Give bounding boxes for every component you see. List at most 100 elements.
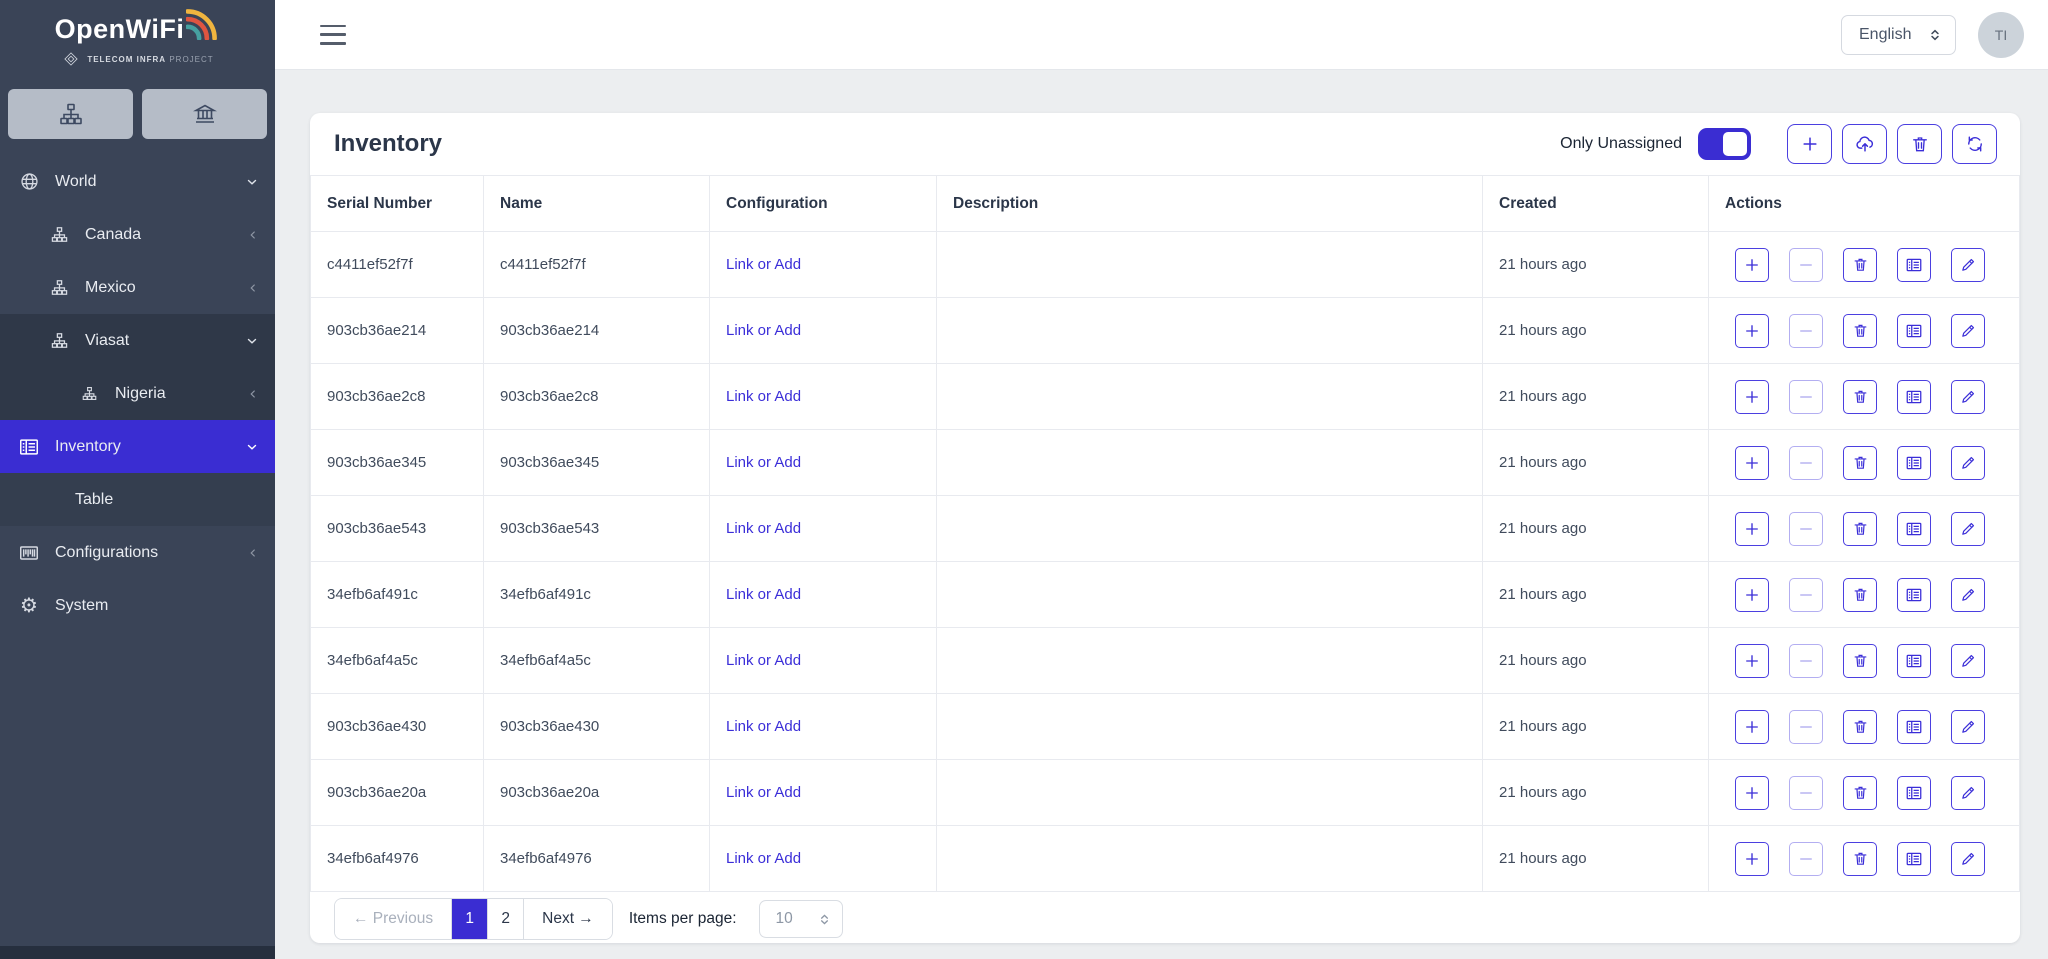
row-assign-button[interactable] — [1735, 842, 1769, 876]
row-details-button[interactable] — [1897, 644, 1931, 678]
chevron-left-icon — [247, 547, 259, 559]
row-details-button[interactable] — [1897, 842, 1931, 876]
row-assign-button[interactable] — [1735, 314, 1769, 348]
row-unassign-button[interactable] — [1789, 380, 1823, 414]
link-or-add-link[interactable]: Link or Add — [726, 850, 801, 867]
row-unassign-button[interactable] — [1789, 710, 1823, 744]
row-assign-button[interactable] — [1735, 248, 1769, 282]
row-edit-button[interactable] — [1951, 248, 1985, 282]
created-cell: 21 hours ago — [1483, 628, 1709, 694]
sidebar-item-nigeria[interactable]: Nigeria — [0, 367, 275, 420]
items-per-page-select[interactable]: 10 — [759, 900, 843, 938]
table-row: 903cb36ae430 903cb36ae430 Link or Add 21… — [311, 694, 2020, 760]
row-assign-button[interactable] — [1735, 446, 1769, 480]
row-assign-button[interactable] — [1735, 776, 1769, 810]
row-edit-button[interactable] — [1951, 446, 1985, 480]
barcode-icon — [17, 542, 41, 564]
row-delete-button[interactable] — [1843, 314, 1877, 348]
row-unassign-button[interactable] — [1789, 248, 1823, 282]
row-assign-button[interactable] — [1735, 644, 1769, 678]
minus-icon — [1797, 652, 1815, 670]
pencil-icon — [1960, 652, 1977, 669]
link-or-add-link[interactable]: Link or Add — [726, 586, 801, 603]
row-delete-button[interactable] — [1843, 578, 1877, 612]
row-edit-button[interactable] — [1951, 380, 1985, 414]
link-or-add-link[interactable]: Link or Add — [726, 652, 801, 669]
row-unassign-button[interactable] — [1789, 578, 1823, 612]
row-unassign-button[interactable] — [1789, 512, 1823, 546]
row-edit-button[interactable] — [1951, 578, 1985, 612]
row-unassign-button[interactable] — [1789, 446, 1823, 480]
link-or-add-link[interactable]: Link or Add — [726, 520, 801, 537]
next-page-button[interactable]: Next → — [524, 899, 612, 939]
sidebar-item-world[interactable]: World — [0, 155, 275, 208]
table-details-icon — [1905, 454, 1923, 472]
row-assign-button[interactable] — [1735, 512, 1769, 546]
row-edit-button[interactable] — [1951, 710, 1985, 744]
row-delete-button[interactable] — [1843, 842, 1877, 876]
sidebar-item-viasat[interactable]: Viasat — [0, 314, 275, 367]
row-delete-button[interactable] — [1843, 644, 1877, 678]
row-details-button[interactable] — [1897, 776, 1931, 810]
row-edit-button[interactable] — [1951, 314, 1985, 348]
row-details-button[interactable] — [1897, 578, 1931, 612]
sidebar-item-mexico[interactable]: Mexico — [0, 261, 275, 314]
row-details-button[interactable] — [1897, 512, 1931, 546]
sidebar-item-system[interactable]: ⚙ System — [0, 579, 275, 632]
configuration-cell: Link or Add — [710, 232, 937, 298]
row-edit-button[interactable] — [1951, 842, 1985, 876]
row-unassign-button[interactable] — [1789, 776, 1823, 810]
venue-button[interactable] — [142, 89, 267, 139]
row-delete-button[interactable] — [1843, 248, 1877, 282]
link-or-add-link[interactable]: Link or Add — [726, 718, 801, 735]
link-or-add-link[interactable]: Link or Add — [726, 784, 801, 801]
row-details-button[interactable] — [1897, 446, 1931, 480]
import-button[interactable] — [1842, 124, 1887, 164]
row-delete-button[interactable] — [1843, 776, 1877, 810]
row-details-button[interactable] — [1897, 314, 1931, 348]
page-2-button[interactable]: 2 — [488, 899, 524, 939]
previous-page-button[interactable]: ← Previous — [335, 899, 452, 939]
sidebar-item-inventory[interactable]: Inventory — [0, 420, 275, 473]
row-edit-button[interactable] — [1951, 644, 1985, 678]
delete-button[interactable] — [1897, 124, 1942, 164]
row-assign-button[interactable] — [1735, 710, 1769, 744]
row-assign-button[interactable] — [1735, 380, 1769, 414]
row-delete-button[interactable] — [1843, 380, 1877, 414]
trash-icon — [1852, 784, 1869, 801]
page-title: Inventory — [334, 130, 442, 158]
hamburger-menu-button[interactable] — [320, 25, 346, 45]
entity-tree-button[interactable] — [8, 89, 133, 139]
row-details-button[interactable] — [1897, 710, 1931, 744]
row-details-button[interactable] — [1897, 380, 1931, 414]
row-edit-button[interactable] — [1951, 512, 1985, 546]
sidebar-item-canada[interactable]: Canada — [0, 208, 275, 261]
sitemap-icon — [59, 102, 83, 126]
row-delete-button[interactable] — [1843, 512, 1877, 546]
link-or-add-link[interactable]: Link or Add — [726, 388, 801, 405]
link-or-add-link[interactable]: Link or Add — [726, 322, 801, 339]
configuration-cell: Link or Add — [710, 628, 937, 694]
chevron-left-icon — [247, 388, 259, 400]
row-edit-button[interactable] — [1951, 776, 1985, 810]
row-delete-button[interactable] — [1843, 710, 1877, 744]
row-details-button[interactable] — [1897, 248, 1931, 282]
row-unassign-button[interactable] — [1789, 644, 1823, 678]
link-or-add-link[interactable]: Link or Add — [726, 454, 801, 471]
language-select[interactable]: English — [1841, 15, 1956, 55]
column-name: Name — [484, 176, 710, 232]
sidebar-item-table[interactable]: Table — [0, 473, 275, 526]
row-unassign-button[interactable] — [1789, 842, 1823, 876]
row-unassign-button[interactable] — [1789, 314, 1823, 348]
chevron-down-icon — [245, 440, 259, 454]
avatar[interactable]: TI — [1978, 12, 2024, 58]
row-assign-button[interactable] — [1735, 578, 1769, 612]
only-unassigned-toggle[interactable] — [1698, 128, 1751, 160]
refresh-button[interactable] — [1952, 124, 1997, 164]
row-delete-button[interactable] — [1843, 446, 1877, 480]
link-or-add-link[interactable]: Link or Add — [726, 256, 801, 273]
add-inventory-button[interactable] — [1787, 124, 1832, 164]
sidebar-item-configurations[interactable]: Configurations — [0, 526, 275, 579]
actions-cell — [1709, 694, 2020, 760]
page-1-button[interactable]: 1 — [452, 899, 488, 939]
